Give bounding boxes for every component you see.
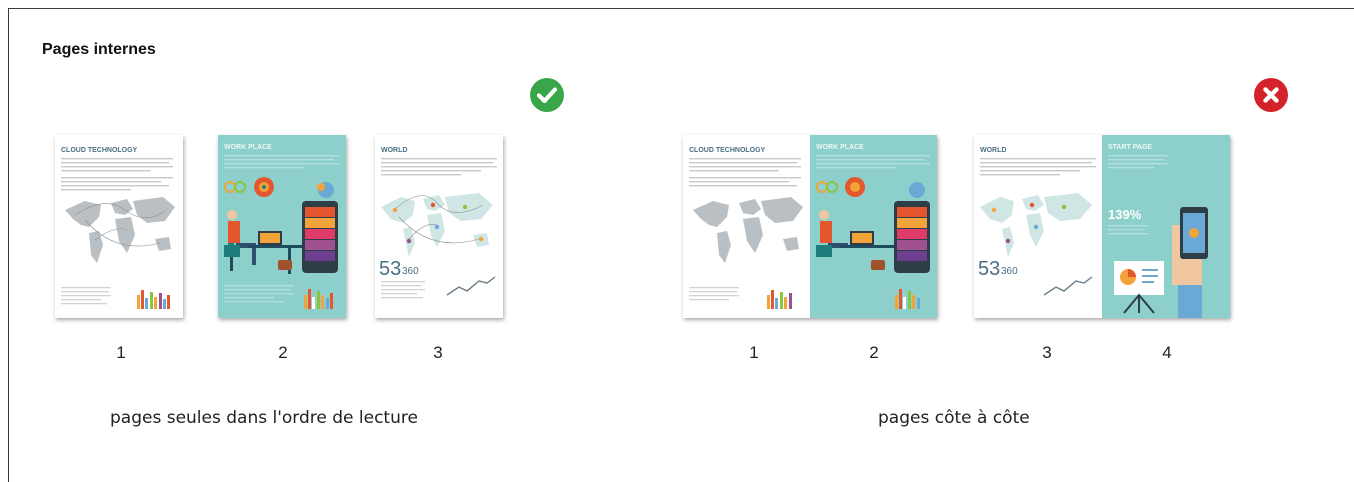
caption-good-example: pages seules dans l'ordre de lecture (110, 408, 418, 428)
page-thumbnail-cloud-technology: CLOUD TECHNOLOGY (55, 135, 183, 318)
bar-chart-graphic (137, 290, 170, 309)
page-title: WORLD (980, 147, 1006, 154)
page-title: START PAGE (1108, 144, 1152, 151)
page-stat: 53 (978, 258, 1000, 280)
page-number: 3 (433, 343, 443, 362)
page-number: 1 (749, 343, 759, 362)
page-thumbnail-work-place: WORK PLACE (218, 135, 346, 318)
check-circle-icon (530, 78, 564, 112)
line-chart-graphic (446, 276, 496, 296)
caption-bad-example: pages côte à côte (878, 408, 1030, 428)
spread-thumbnail-pages-3-4: WORLD 53 360 START PAGE 139% (974, 135, 1230, 318)
page-title: CLOUD TECHNOLOGY (61, 147, 138, 154)
spread-thumbnail-pages-1-2: CLOUD TECHNOLOGY WORK PLACE (683, 135, 937, 318)
page-stat-sub: 360 (402, 266, 419, 277)
page-number: 1 (116, 343, 126, 362)
page-thumbnail-world: WORLD 53 360 (375, 135, 503, 318)
page-title: WORLD (381, 147, 407, 154)
page-number: 2 (278, 343, 288, 362)
cross-circle-icon (1254, 78, 1288, 112)
page-title: WORK PLACE (816, 144, 864, 151)
office-worker-graphic (224, 210, 306, 274)
phone-infographic (302, 201, 338, 273)
page-stat: 53 (379, 258, 401, 280)
page-stat-sub: 360 (1001, 266, 1018, 277)
page-number: 3 (1042, 343, 1052, 362)
page-number: 4 (1162, 343, 1172, 362)
page-number: 2 (869, 343, 879, 362)
page-title: WORK PLACE (224, 144, 272, 151)
page-stat: 139% (1108, 207, 1142, 222)
section-title: Pages internes (42, 41, 156, 58)
page-title: CLOUD TECHNOLOGY (689, 147, 766, 154)
